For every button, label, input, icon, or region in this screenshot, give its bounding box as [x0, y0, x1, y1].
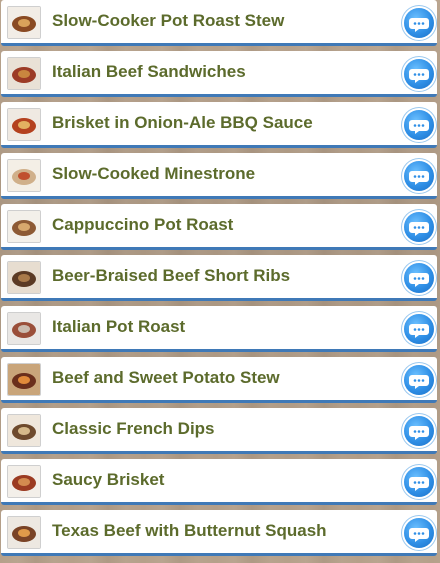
recipe-thumbnail	[7, 261, 41, 294]
chat-bubble-icon[interactable]	[404, 518, 434, 548]
recipe-title: Slow-Cooker Pot Roast Stew	[52, 11, 285, 30]
recipe-thumbnail	[7, 312, 41, 345]
recipe-title: Brisket in Onion-Ale BBQ Sauce	[52, 113, 313, 132]
thumb-food-detail	[18, 376, 30, 384]
thumb-food-detail	[18, 121, 30, 129]
thumb-food-detail	[18, 70, 30, 78]
chat-bubble-icon[interactable]	[404, 416, 434, 446]
recipe-row[interactable]: Slow-Cooked Minestrone	[1, 153, 437, 199]
recipe-thumbnail	[7, 57, 41, 90]
thumb-food-detail	[18, 19, 30, 27]
thumb-food-detail	[18, 325, 30, 333]
recipe-list: Slow-Cooker Pot Roast Stew Italian Beef …	[0, 0, 440, 563]
recipe-row[interactable]: Saucy Brisket	[1, 459, 437, 505]
chat-bubble-icon[interactable]	[404, 59, 434, 89]
thumb-food-detail	[18, 529, 30, 537]
thumb-food-detail	[18, 172, 30, 180]
recipe-row[interactable]: Texas Beef with Butternut Squash	[1, 510, 437, 556]
thumb-food-detail	[18, 223, 30, 231]
chat-bubble-icon[interactable]	[404, 212, 434, 242]
recipe-thumbnail	[7, 363, 41, 396]
recipe-title: Beef and Sweet Potato Stew	[52, 368, 280, 387]
chat-bubble-icon[interactable]	[404, 263, 434, 293]
recipe-title: Classic French Dips	[52, 419, 215, 438]
recipe-thumbnail	[7, 159, 41, 192]
recipe-row[interactable]: Slow-Cooker Pot Roast Stew	[1, 0, 437, 46]
thumb-food-detail	[18, 427, 30, 435]
recipe-thumbnail	[7, 6, 41, 39]
recipe-title: Texas Beef with Butternut Squash	[52, 521, 327, 540]
chat-bubble-icon[interactable]	[404, 467, 434, 497]
chat-bubble-icon[interactable]	[404, 314, 434, 344]
recipe-row[interactable]: Brisket in Onion-Ale BBQ Sauce	[1, 102, 437, 148]
recipe-title: Italian Pot Roast	[52, 317, 186, 336]
recipe-thumbnail	[7, 108, 41, 141]
chat-bubble-icon[interactable]	[404, 365, 434, 395]
recipe-row[interactable]: Classic French Dips	[1, 408, 437, 454]
recipe-row[interactable]: Cappuccino Pot Roast	[1, 204, 437, 250]
recipe-title: Saucy Brisket	[52, 470, 165, 489]
thumb-food-detail	[18, 274, 30, 282]
recipe-thumbnail	[7, 414, 41, 447]
recipe-title: Cappuccino Pot Roast	[52, 215, 234, 234]
recipe-title: Italian Beef Sandwiches	[52, 62, 246, 81]
recipe-thumbnail	[7, 210, 41, 243]
chat-bubble-icon[interactable]	[404, 161, 434, 191]
recipe-row[interactable]: Beer-Braised Beef Short Ribs	[1, 255, 437, 301]
recipe-row[interactable]: Beef and Sweet Potato Stew	[1, 357, 437, 403]
recipe-row[interactable]: Italian Pot Roast	[1, 306, 437, 352]
recipe-thumbnail	[7, 516, 41, 549]
chat-bubble-icon[interactable]	[404, 8, 434, 38]
recipe-title: Beer-Braised Beef Short Ribs	[52, 266, 291, 285]
recipe-row[interactable]: Italian Beef Sandwiches	[1, 51, 437, 97]
chat-bubble-icon[interactable]	[404, 110, 434, 140]
recipe-title: Slow-Cooked Minestrone	[52, 164, 256, 183]
recipe-thumbnail	[7, 465, 41, 498]
thumb-food-detail	[18, 478, 30, 486]
